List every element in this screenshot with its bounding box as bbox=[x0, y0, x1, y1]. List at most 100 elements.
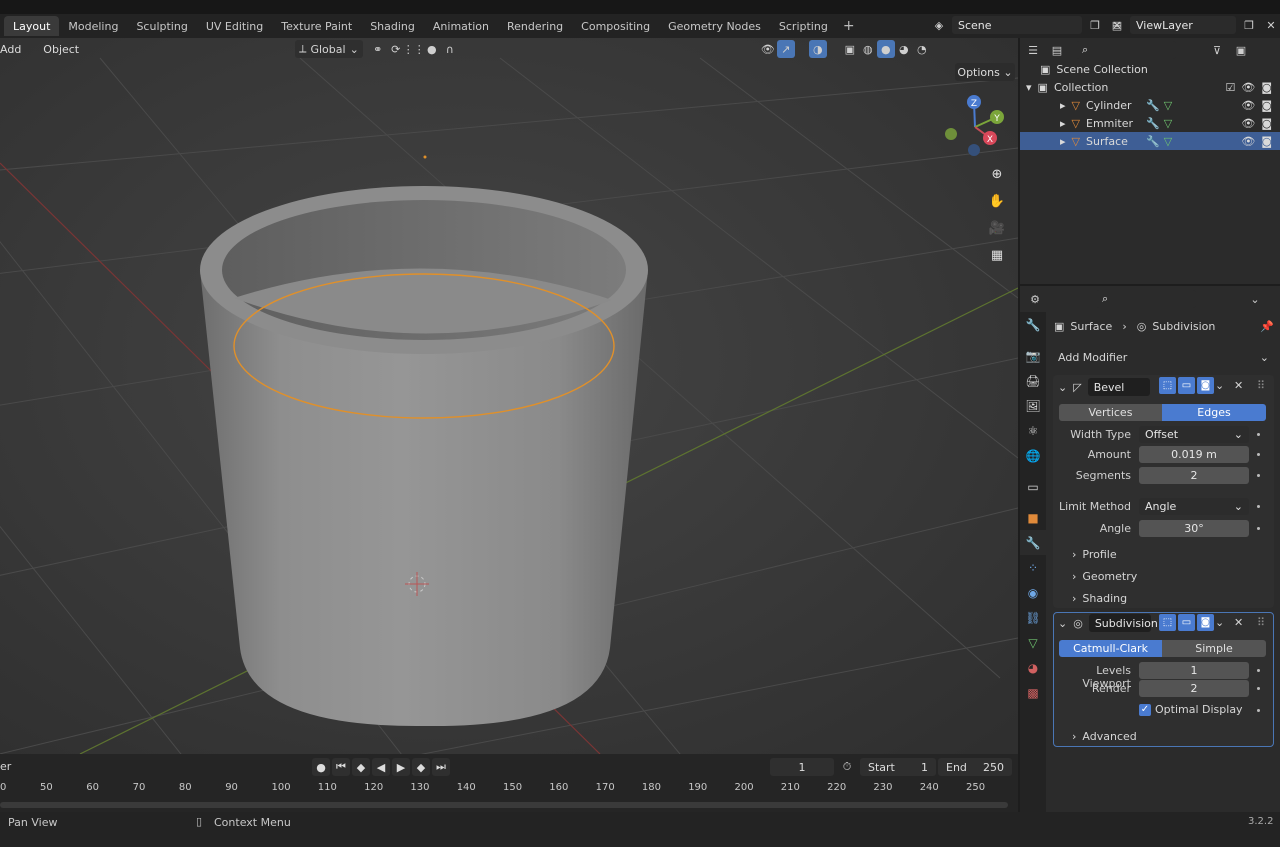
object-menu[interactable]: Object bbox=[37, 43, 85, 56]
workspace-tab-geometry-nodes[interactable]: Geometry Nodes bbox=[659, 16, 770, 36]
outliner[interactable]: ☰ ▤ ⌕ ⊽ ▣ ▣ Scene Collection ▾ ▣ Collect… bbox=[1020, 38, 1280, 284]
falloff-icon[interactable]: ∩ bbox=[441, 40, 459, 58]
catmull-clark-toggle[interactable]: Catmull-Clark bbox=[1059, 640, 1162, 657]
viewlayer-name-field[interactable]: ViewLayer bbox=[1130, 16, 1236, 34]
segments-field[interactable]: 2 bbox=[1139, 467, 1249, 484]
new-collection-icon[interactable]: ▣ bbox=[1232, 41, 1250, 59]
scene-icon[interactable]: ◈ bbox=[930, 16, 948, 34]
bevel-name-field[interactable]: Bevel bbox=[1087, 378, 1150, 396]
outliner-search-input[interactable]: ⌕ bbox=[1076, 41, 1176, 59]
keyframe-dot[interactable] bbox=[1257, 433, 1260, 436]
render-icon[interactable]: ◙ bbox=[1197, 614, 1214, 631]
workspace-tab-texture-paint[interactable]: Texture Paint bbox=[272, 16, 361, 36]
mesh-data-icon[interactable]: ▽ bbox=[1164, 117, 1172, 130]
width-type-dropdown[interactable]: Offset ⌄ bbox=[1139, 426, 1249, 443]
checkbox-icon[interactable]: ☑ bbox=[1225, 81, 1235, 94]
collection-tab-icon[interactable]: ▭ bbox=[1020, 474, 1046, 499]
camera-render-icon[interactable]: ◙ bbox=[1261, 81, 1272, 94]
properties-editor-icon[interactable]: ⚙ bbox=[1026, 290, 1044, 308]
edit-mode-icon[interactable]: ⬚ bbox=[1159, 614, 1176, 631]
workspace-tab-uv-editing[interactable]: UV Editing bbox=[197, 16, 272, 36]
keyframe-prev-icon[interactable]: ◆ bbox=[352, 758, 370, 776]
keyframe-dot[interactable] bbox=[1257, 709, 1260, 712]
add-menu[interactable]: Add bbox=[0, 43, 27, 56]
material-tab-icon[interactable]: ◕ bbox=[1020, 655, 1046, 680]
eye-icon[interactable]: 👁 bbox=[1241, 99, 1255, 112]
close-icon[interactable]: ✕ bbox=[1234, 616, 1243, 629]
modifier-wrench-icon[interactable]: 🔧 bbox=[1146, 135, 1160, 148]
pivot-icon[interactable]: ⚭ bbox=[369, 40, 387, 58]
camera-render-icon[interactable]: ◙ bbox=[1261, 135, 1272, 148]
scene-tab-icon[interactable]: ⚛ bbox=[1020, 418, 1046, 443]
options-dropdown[interactable]: Options ⌄ bbox=[955, 63, 1015, 81]
add-workspace-button[interactable]: + bbox=[837, 18, 861, 34]
end-frame-field[interactable]: End 250 bbox=[938, 758, 1012, 776]
world-tab-icon[interactable]: 🌐 bbox=[1020, 443, 1046, 468]
proportional-edit-icon[interactable]: ● bbox=[423, 40, 441, 58]
close-viewlayer-icon[interactable]: ✕ bbox=[1262, 16, 1280, 34]
solid-shading-icon[interactable]: ● bbox=[876, 40, 895, 58]
workspace-tab-modeling[interactable]: Modeling bbox=[59, 16, 127, 36]
timeline[interactable]: er ● ⏮ ◆ ◀ ▶ ◆ ⏭ 1 ⏱ Start 1 End 250 0 50… bbox=[0, 754, 1018, 812]
eye-icon[interactable]: 👁 bbox=[1241, 81, 1255, 94]
workspace-tab-compositing[interactable]: Compositing bbox=[572, 16, 659, 36]
shading-subpanel[interactable]: › Shading bbox=[1072, 592, 1127, 605]
zoom-icon[interactable]: ⊕ bbox=[985, 162, 1009, 186]
view-layer-tab-icon[interactable]: 🖼 bbox=[1020, 393, 1046, 418]
properties-search-input[interactable]: ⌕ bbox=[1096, 290, 1196, 308]
angle-field[interactable]: 30° bbox=[1139, 520, 1249, 537]
3d-viewport[interactable] bbox=[0, 38, 1018, 754]
copy-scene-icon[interactable]: ❐ bbox=[1086, 16, 1104, 34]
mesh-data-icon[interactable]: ▽ bbox=[1164, 135, 1172, 148]
keyframe-dot[interactable] bbox=[1257, 687, 1260, 690]
play-reverse-icon[interactable]: ◀ bbox=[372, 758, 390, 776]
keyframe-next-icon[interactable]: ◆ bbox=[412, 758, 430, 776]
chevron-down-icon[interactable]: ⌄ bbox=[1215, 379, 1224, 392]
wireframe-shading-icon[interactable]: ◍ bbox=[859, 40, 877, 58]
navigation-gizmo[interactable]: Z Y X bbox=[940, 92, 1010, 162]
modifier-wrench-icon[interactable]: 🔧 bbox=[1146, 99, 1160, 112]
render-levels-field[interactable]: 2 bbox=[1139, 680, 1249, 697]
camera-icon[interactable]: 🎥 bbox=[985, 216, 1009, 240]
expand-arrow-icon[interactable]: ▸ bbox=[1060, 135, 1066, 148]
workspace-tab-layout[interactable]: Layout bbox=[4, 16, 60, 36]
optimal-display-checkbox[interactable]: ✓ Optimal Display bbox=[1139, 703, 1243, 716]
object-tab-icon[interactable]: ■ bbox=[1020, 505, 1046, 530]
add-modifier-dropdown[interactable]: Add Modifier ⌄ bbox=[1053, 348, 1274, 366]
bevel-edges-toggle[interactable]: Edges bbox=[1162, 404, 1266, 421]
orientation-dropdown[interactable]: ⟂ Global ⌄ bbox=[295, 40, 363, 58]
filter-icon[interactable]: ⊽ bbox=[1208, 41, 1226, 59]
workspace-tab-shading[interactable]: Shading bbox=[361, 16, 424, 36]
outliner-object-row[interactable]: ▸ ▽ Surface 🔧 ▽ 👁 ◙ bbox=[1020, 132, 1280, 150]
scene-name-field[interactable]: Scene bbox=[952, 16, 1082, 34]
workspace-tab-animation[interactable]: Animation bbox=[424, 16, 498, 36]
close-icon[interactable]: ✕ bbox=[1234, 379, 1243, 392]
expand-arrow-icon[interactable]: ▸ bbox=[1060, 99, 1066, 112]
jump-start-icon[interactable]: ⏮ bbox=[332, 758, 350, 776]
eye-icon[interactable]: 👁 bbox=[1241, 135, 1255, 148]
amount-field[interactable]: 0.019 m bbox=[1139, 446, 1249, 463]
display-mode-icon[interactable]: ▤ bbox=[1048, 41, 1066, 59]
keyframe-dot[interactable] bbox=[1257, 474, 1260, 477]
collapse-arrow-icon[interactable]: ⌄ bbox=[1058, 381, 1067, 394]
constraints-tab-icon[interactable]: ⛓ bbox=[1020, 605, 1046, 630]
camera-render-icon[interactable]: ◙ bbox=[1261, 117, 1272, 130]
advanced-subpanel[interactable]: › Advanced bbox=[1072, 730, 1137, 743]
viewport-display-icon[interactable]: ▭ bbox=[1178, 614, 1195, 631]
keyframe-dot[interactable] bbox=[1257, 669, 1260, 672]
material-shading-icon[interactable]: ◕ bbox=[895, 40, 913, 58]
outliner-editor-icon[interactable]: ☰ bbox=[1024, 41, 1042, 59]
geometry-subpanel[interactable]: › Geometry bbox=[1072, 570, 1137, 583]
start-frame-field[interactable]: Start 1 bbox=[860, 758, 936, 776]
keyframe-dot[interactable] bbox=[1257, 505, 1260, 508]
expand-arrow-icon[interactable]: ▸ bbox=[1060, 117, 1066, 130]
outliner-object-row[interactable]: ▸ ▽ Cylinder 🔧 ▽ 👁 ◙ bbox=[1020, 96, 1280, 114]
modifier-wrench-icon[interactable]: 🔧 bbox=[1146, 117, 1160, 130]
limit-method-dropdown[interactable]: Angle ⌄ bbox=[1139, 498, 1249, 515]
simple-toggle[interactable]: Simple bbox=[1162, 640, 1266, 657]
xray-toggle-icon[interactable]: ▣ bbox=[841, 40, 859, 58]
cup-mesh[interactable] bbox=[200, 186, 648, 727]
edit-mode-icon[interactable]: ⬚ bbox=[1159, 377, 1176, 394]
chevron-down-icon[interactable]: ⌄ bbox=[1246, 290, 1264, 308]
outliner-collection[interactable]: ▾ ▣ Collection ☑ 👁 ◙ bbox=[1020, 78, 1280, 96]
